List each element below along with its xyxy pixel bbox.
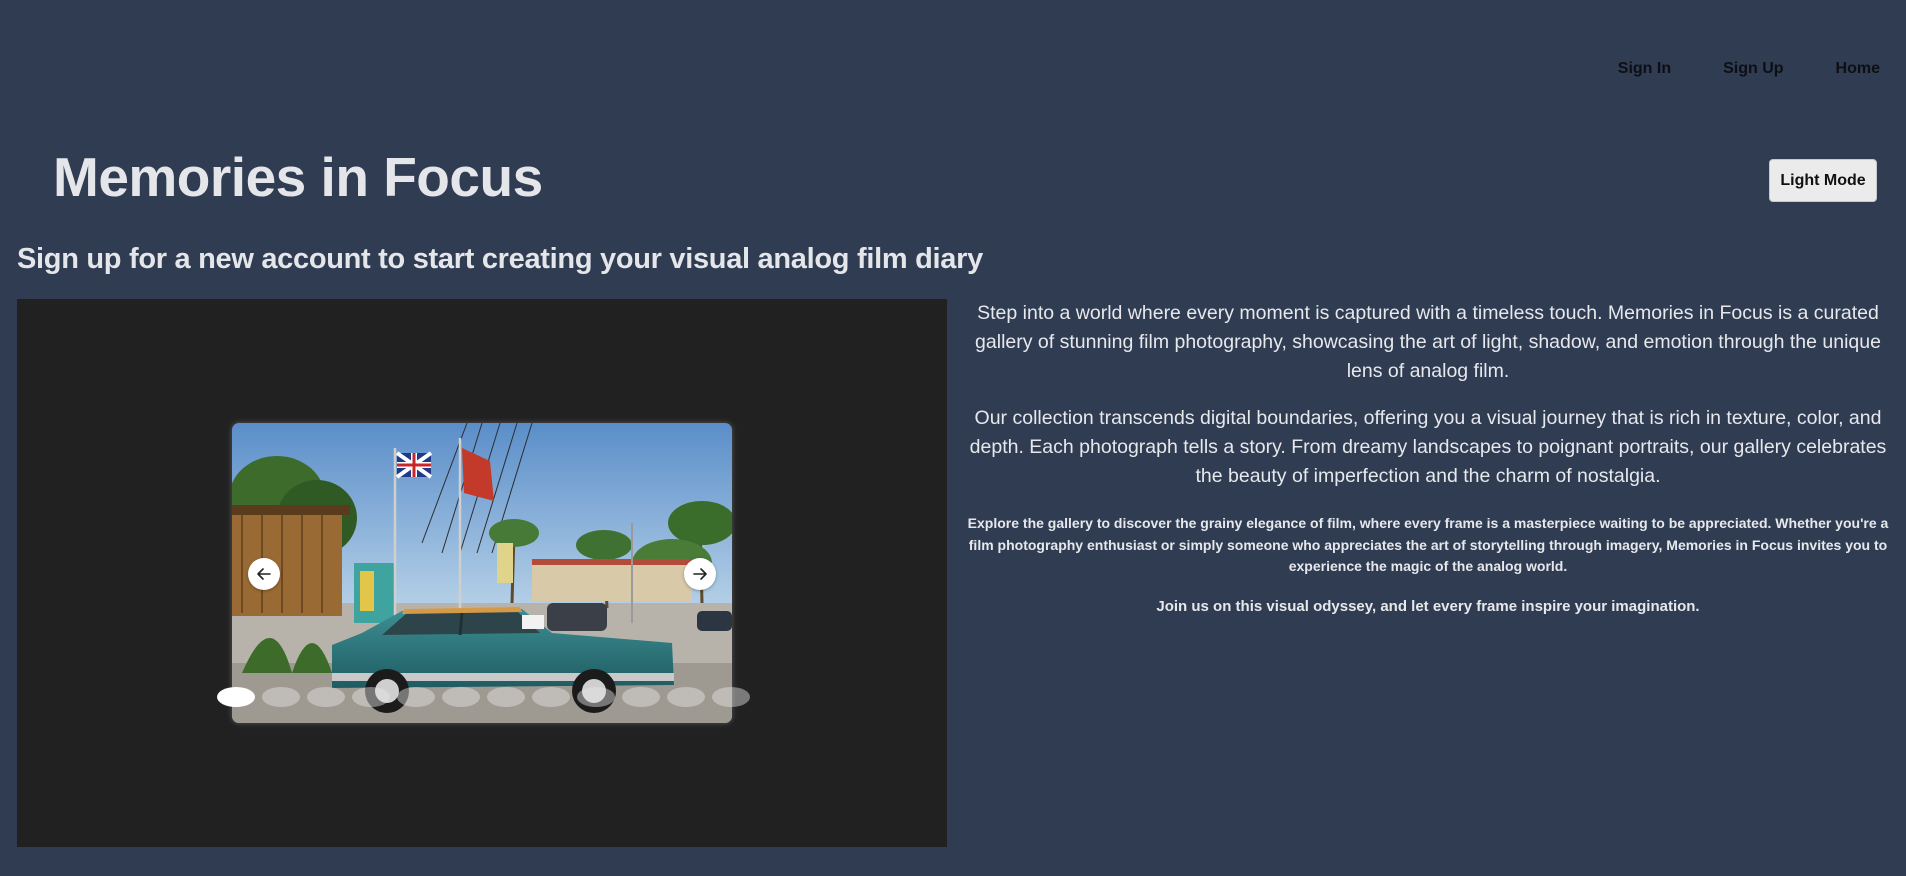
arrow-left-icon (257, 568, 271, 580)
pagination-dot[interactable] (352, 687, 390, 707)
light-mode-button[interactable]: Light Mode (1769, 159, 1877, 202)
pagination-dot[interactable] (532, 687, 570, 707)
nav-sign-in[interactable]: Sign In (1618, 60, 1671, 78)
pagination-dot[interactable] (487, 687, 525, 707)
page-title: Memories in Focus (53, 146, 543, 208)
nav-sign-up[interactable]: Sign Up (1723, 60, 1783, 78)
top-nav: Sign In Sign Up Home (1566, 60, 1880, 78)
pagination-dot[interactable] (622, 687, 660, 707)
collection-paragraph: Our collection transcends digital bounda… (969, 407, 1887, 487)
gallery-next-button[interactable] (684, 558, 716, 590)
pagination-dot[interactable] (712, 687, 750, 707)
join-paragraph: Join us on this visual odyssey, and let … (963, 596, 1893, 618)
intro-paragraph: Step into a world where every moment is … (975, 302, 1881, 382)
gallery-slide (232, 423, 732, 723)
arrow-right-icon (693, 568, 707, 580)
page-subtitle: Sign up for a new account to start creat… (17, 243, 983, 275)
join-us-emphasis: Join us (1156, 597, 1209, 615)
pagination-dot[interactable] (397, 687, 435, 707)
pagination-dot[interactable] (667, 687, 705, 707)
pagination-dot[interactable] (217, 687, 255, 707)
gallery-description: Step into a world where every moment is … (963, 299, 1893, 628)
gallery-prev-button[interactable] (248, 558, 280, 590)
explore-paragraph: Explore the gallery to discover the grai… (967, 515, 1889, 574)
nav-home[interactable]: Home (1836, 60, 1880, 78)
pagination-dot[interactable] (577, 687, 615, 707)
pagination-dot[interactable] (262, 687, 300, 707)
gallery-pagination (217, 687, 750, 707)
pagination-dot[interactable] (307, 687, 345, 707)
pagination-dot[interactable] (442, 687, 480, 707)
photo-gallery (17, 299, 947, 847)
join-text: on this visual odyssey, and let every fr… (1208, 597, 1700, 615)
slide-photo (232, 423, 732, 723)
